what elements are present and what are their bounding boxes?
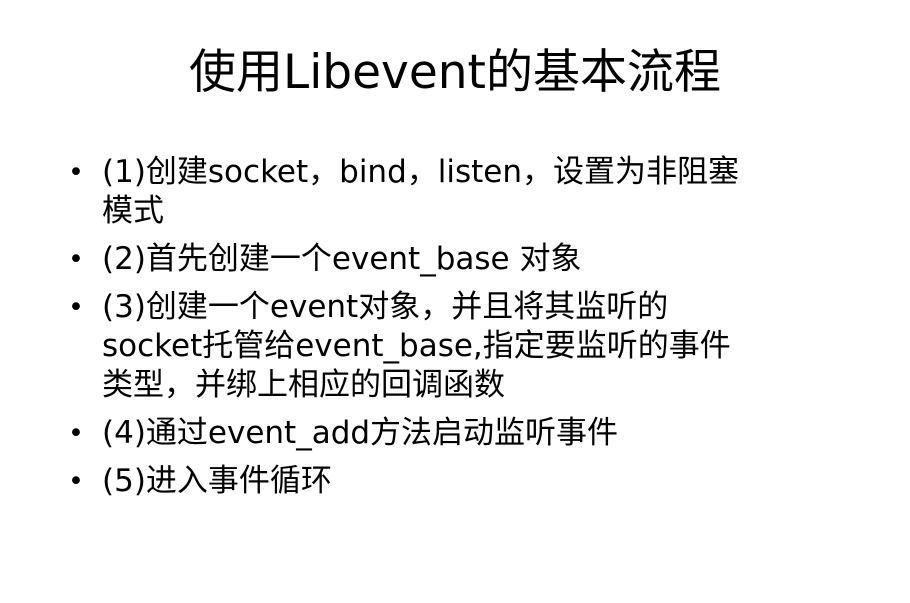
bullet-text: (4)通过event_add方法启动监听事件 <box>102 415 619 451</box>
bullet-dot-icon: • <box>68 244 84 275</box>
bullet-dot-icon: • <box>68 157 84 188</box>
bullet-item-5: • (5)进入事件循环 <box>62 462 862 501</box>
bullet-item-2: • (2)首先创建一个event_base 对象 <box>62 240 862 279</box>
slide: 使用Libevent的基本流程 • (1)创建socket，bind，liste… <box>0 0 910 603</box>
bullet-text: (3)创建一个event对象，并且将其监听的 socket托管给event_ba… <box>102 289 731 403</box>
bullet-item-1: • (1)创建socket，bind，listen，设置为非阻塞 模式 <box>62 153 862 231</box>
slide-title: 使用Libevent的基本流程 <box>189 45 721 100</box>
bullet-text: (2)首先创建一个event_base 对象 <box>102 241 582 277</box>
bullet-dot-icon: • <box>68 292 84 323</box>
bullet-text: (5)进入事件循环 <box>102 463 332 499</box>
bullet-list: • (1)创建socket，bind，listen，设置为非阻塞 模式 • (2… <box>62 153 862 510</box>
bullet-dot-icon: • <box>68 418 84 449</box>
bullet-dot-icon: • <box>68 466 84 497</box>
bullet-text: (1)创建socket，bind，listen，设置为非阻塞 模式 <box>102 154 740 229</box>
bullet-item-3: • (3)创建一个event对象，并且将其监听的 socket托管给event_… <box>62 288 862 405</box>
bullet-item-4: • (4)通过event_add方法启动监听事件 <box>62 414 862 453</box>
